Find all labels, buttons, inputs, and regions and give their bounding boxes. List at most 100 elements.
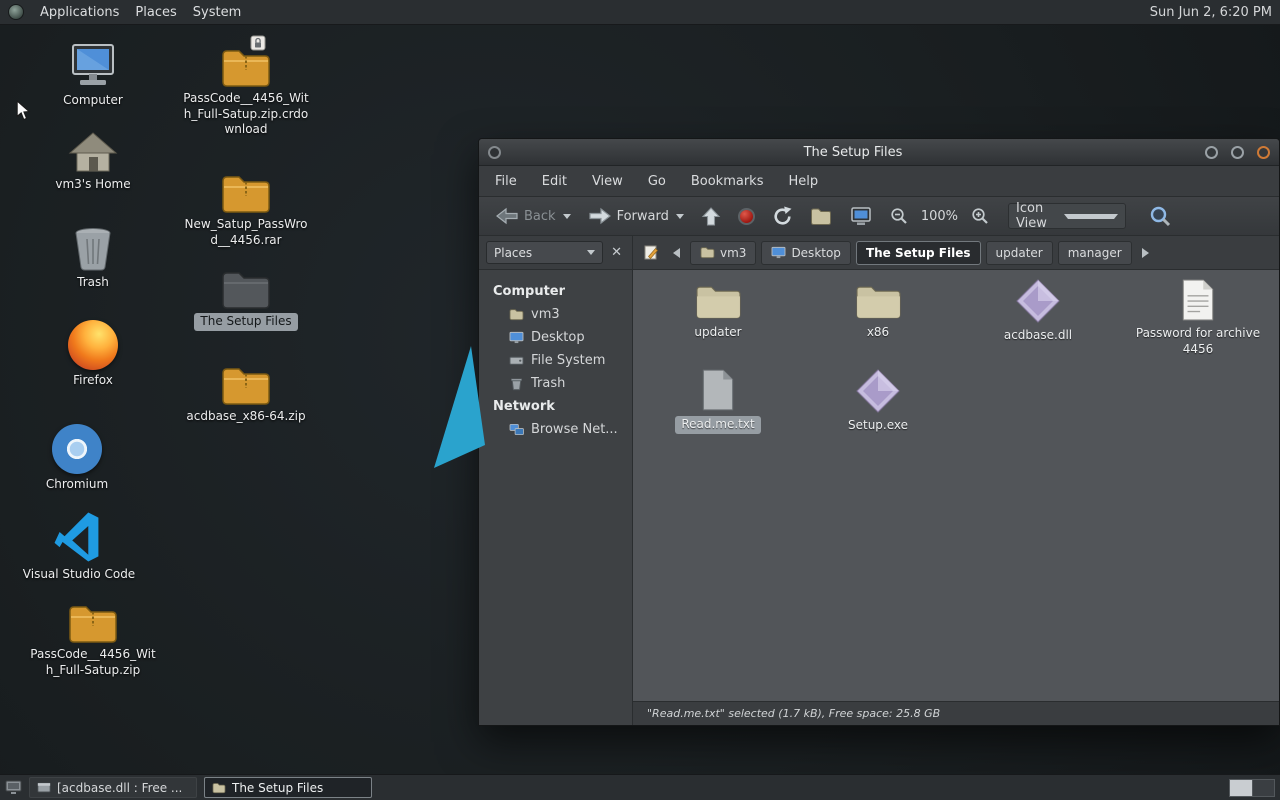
- desktop-icon-firefox[interactable]: Firefox: [28, 320, 158, 389]
- breadcrumb-manager[interactable]: manager: [1057, 240, 1132, 265]
- desktop: Applications Places System Sun Jun 2, 6:…: [0, 0, 1280, 800]
- maximize-button[interactable]: [1231, 145, 1244, 159]
- desktop-icon-label: vm3's Home: [55, 177, 131, 191]
- crumbs-scroll-right-button[interactable]: [1137, 241, 1153, 265]
- sidebar-item-vm3[interactable]: vm3: [479, 303, 632, 326]
- taskbar-item-the-setup-files[interactable]: The Setup Files: [204, 777, 372, 798]
- vscode-icon: [52, 510, 106, 564]
- breadcrumb-vm3[interactable]: vm3: [690, 240, 757, 265]
- desktop-icon-label-selected: The Setup Files: [194, 313, 298, 331]
- menu-edit[interactable]: Edit: [542, 174, 567, 189]
- zoom-out-button[interactable]: [886, 204, 912, 228]
- workspace-1[interactable]: [1230, 779, 1252, 796]
- menu-applications[interactable]: Applications: [40, 5, 119, 20]
- folder-icon: [212, 782, 226, 793]
- crumbs-scroll-left-button[interactable]: [669, 241, 685, 265]
- menu-help[interactable]: Help: [788, 174, 818, 189]
- chevron-down-icon: [562, 213, 571, 219]
- side-pane-close-icon[interactable]: ✕: [608, 245, 625, 260]
- menu-places[interactable]: Places: [135, 5, 176, 20]
- sidebar-item-label: Trash: [531, 376, 566, 391]
- sidebar-item-browse-network[interactable]: Browse Net...: [479, 418, 632, 441]
- desktop-icon-chromium[interactable]: Chromium: [12, 424, 142, 493]
- show-desktop-button[interactable]: [5, 780, 22, 795]
- clock[interactable]: Sun Jun 2, 6:20 PM: [1150, 5, 1272, 20]
- sidebar-item-file-system[interactable]: File System: [479, 349, 632, 372]
- refresh-button[interactable]: [768, 203, 797, 230]
- menu-view[interactable]: View: [592, 174, 623, 189]
- up-button[interactable]: [697, 203, 725, 230]
- file-view: updater x86 acdbase.dll Password for arc…: [633, 270, 1279, 725]
- taskbar-item-acdbase[interactable]: [acdbase.dll : Free ...: [29, 777, 197, 798]
- breadcrumb-the-setup-files[interactable]: The Setup Files: [855, 240, 981, 265]
- computer-button[interactable]: [845, 203, 877, 230]
- zoom-in-button[interactable]: [967, 204, 993, 228]
- menu-system[interactable]: System: [193, 5, 241, 20]
- desktop-icon-label: acdbase_x86-64.zip: [186, 409, 306, 423]
- chevron-left-icon: [673, 247, 680, 258]
- distro-menu-icon[interactable]: [8, 4, 24, 20]
- trash-icon: [67, 224, 119, 272]
- zoom-out-icon: [891, 208, 907, 224]
- sidebar-item-label: File System: [531, 353, 606, 368]
- search-icon: [1150, 206, 1171, 226]
- desktop-icon-small: [771, 246, 786, 259]
- desktop-icon-passcode-zip[interactable]: PassCode__4456_With_Full-Satup.zip: [28, 600, 158, 678]
- file-label: updater: [694, 325, 742, 339]
- forward-button[interactable]: Forward: [584, 203, 688, 229]
- desktop-icon-vscode[interactable]: Visual Studio Code: [14, 510, 144, 583]
- desktop-icon-passcode-crdownload[interactable]: PassCode__4456_With_Full-Satup.zip.crdow…: [181, 35, 311, 138]
- file-manager-window: The Setup Files File Edit View Go Bookma…: [478, 138, 1280, 726]
- desktop-icon-the-setup-files[interactable]: The Setup Files: [181, 268, 311, 331]
- refresh-icon: [774, 206, 792, 225]
- archive-icon: [220, 35, 272, 88]
- close-button[interactable]: [1257, 145, 1270, 159]
- archive-icon: [67, 600, 119, 644]
- home-icon: [67, 130, 119, 174]
- workspace-switcher[interactable]: [1229, 778, 1275, 797]
- desktop-icon-label: Chromium: [45, 477, 109, 491]
- file-read-me-txt[interactable]: Read.me.txt: [643, 368, 793, 434]
- minimize-button[interactable]: [1205, 145, 1218, 159]
- chevron-right-icon: [1141, 247, 1149, 258]
- search-button[interactable]: [1145, 202, 1176, 231]
- archive-icon: [220, 362, 272, 406]
- taskbar-item-label: The Setup Files: [232, 780, 324, 795]
- zoom-in-icon: [972, 208, 988, 224]
- desktop-icon-trash[interactable]: Trash: [28, 224, 158, 291]
- archive-icon: [220, 170, 272, 214]
- desktop-icon-rar-archive[interactable]: New_Satup_PassWrod__4456.rar: [181, 170, 311, 248]
- workspace-2[interactable]: [1252, 779, 1274, 796]
- sidebar-item-trash[interactable]: Trash: [479, 372, 632, 395]
- view-mode-combo[interactable]: Icon View: [1008, 201, 1127, 231]
- lock-emblem-icon: [250, 35, 266, 55]
- file-acdbase-dll[interactable]: acdbase.dll: [963, 278, 1113, 344]
- breadcrumb-desktop[interactable]: Desktop: [761, 240, 851, 265]
- desktop-icon-computer[interactable]: Computer: [28, 42, 158, 109]
- zoom-level[interactable]: 100%: [921, 209, 958, 224]
- network-icon: [509, 423, 524, 436]
- file-password-for-archive[interactable]: Password for archive 4456: [1123, 278, 1273, 357]
- sidebar-item-desktop[interactable]: Desktop: [479, 326, 632, 349]
- breadcrumb-updater[interactable]: updater: [985, 240, 1053, 265]
- stop-button[interactable]: [734, 205, 759, 228]
- sidebar-item-label: Desktop: [531, 330, 585, 345]
- side-pane-selector[interactable]: Places: [486, 241, 604, 264]
- icon-view-grid[interactable]: updater x86 acdbase.dll Password for arc…: [633, 270, 1279, 701]
- toggle-location-entry-button[interactable]: [639, 241, 664, 264]
- menu-file[interactable]: File: [495, 174, 517, 189]
- up-arrow-icon: [701, 206, 721, 226]
- home-button[interactable]: [806, 204, 836, 229]
- status-bar: "Read.me.txt" selected (1.7 kB), Free sp…: [633, 701, 1279, 725]
- desktop-icon-home[interactable]: vm3's Home: [28, 130, 158, 193]
- file-setup-exe[interactable]: Setup.exe: [803, 368, 953, 434]
- window-toolbar: Back Forward 100% Icon View: [479, 196, 1279, 236]
- desktop-icon-acdbase-zip[interactable]: acdbase_x86-64.zip: [181, 362, 311, 425]
- menu-go[interactable]: Go: [648, 174, 666, 189]
- back-button[interactable]: Back: [491, 203, 575, 229]
- window-menu-icon[interactable]: [488, 145, 501, 159]
- menu-bookmarks[interactable]: Bookmarks: [691, 174, 764, 189]
- file-x86[interactable]: x86: [803, 282, 953, 341]
- window-titlebar[interactable]: The Setup Files: [479, 139, 1279, 166]
- file-updater[interactable]: updater: [643, 282, 793, 341]
